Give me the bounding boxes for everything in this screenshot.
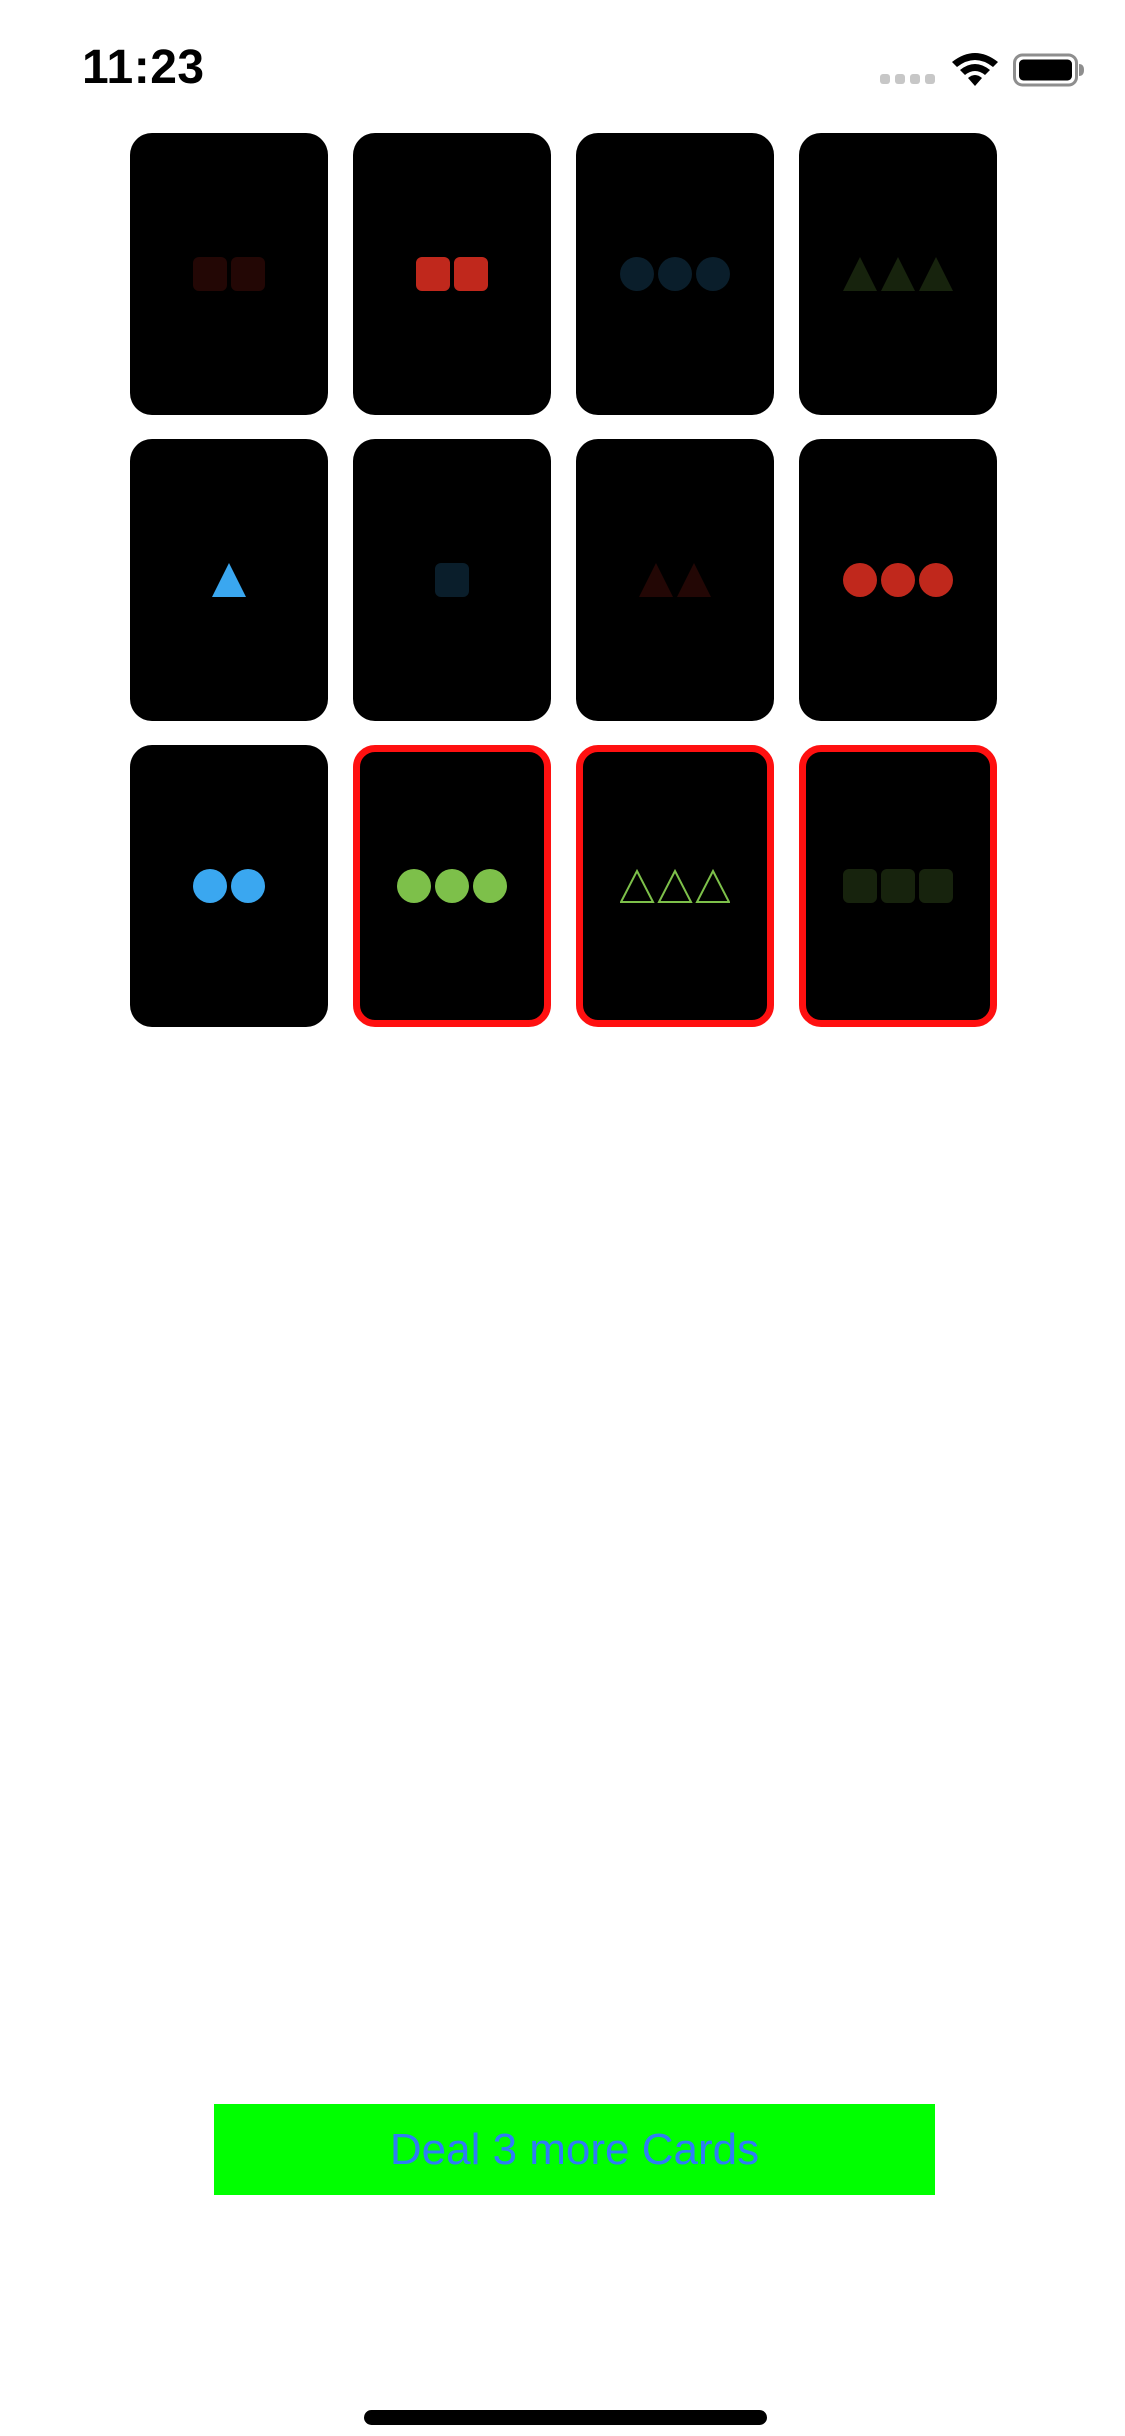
circle-symbol (473, 869, 507, 903)
circle-symbol (696, 257, 730, 291)
circle-symbols (397, 869, 507, 903)
circle-symbols (620, 257, 730, 291)
triangle-symbol (919, 257, 953, 291)
wifi-icon (952, 53, 998, 86)
card-grid (130, 133, 998, 1028)
circle-symbol (620, 257, 654, 291)
triangle-symbol (620, 869, 655, 903)
set-card[interactable] (353, 745, 551, 1027)
set-card[interactable] (353, 133, 551, 415)
set-card[interactable] (799, 745, 997, 1027)
triangle-symbol (881, 257, 915, 291)
circle-symbol (397, 869, 431, 903)
status-time: 11:23 (82, 41, 205, 94)
square-symbol (435, 563, 469, 597)
status-bar: 11:23 (0, 0, 1125, 135)
triangle-symbols (843, 257, 953, 291)
circle-symbols (193, 869, 265, 903)
set-card[interactable] (799, 133, 997, 415)
square-symbol (416, 257, 450, 291)
triangle-symbol (657, 869, 693, 903)
home-indicator[interactable] (364, 2410, 767, 2425)
triangle-symbol (843, 257, 877, 291)
square-symbols (843, 869, 953, 903)
triangle-symbol (677, 563, 711, 597)
set-card[interactable] (799, 439, 997, 721)
circle-symbol (435, 869, 469, 903)
square-symbol (881, 869, 915, 903)
square-symbols (416, 257, 488, 291)
battery-icon (1013, 53, 1084, 87)
circle-symbol (881, 563, 915, 597)
triangle-symbol (212, 563, 246, 597)
set-card[interactable] (353, 439, 551, 721)
set-card[interactable] (576, 745, 774, 1027)
triangle-symbols (212, 563, 246, 597)
square-symbol (843, 869, 877, 903)
cellular-signal-icon (880, 74, 935, 84)
triangle-symbol (639, 563, 673, 597)
square-symbol (919, 869, 953, 903)
set-card[interactable] (130, 439, 328, 721)
deal-button-label: Deal 3 more Cards (389, 2124, 760, 2174)
circle-symbol (919, 563, 953, 597)
set-card[interactable] (130, 133, 328, 415)
square-symbol (454, 257, 488, 291)
circle-symbol (843, 563, 877, 597)
deal-more-cards-button[interactable]: Deal 3 more Cards (214, 2104, 935, 2195)
triangle-symbols (639, 563, 711, 597)
triangle-symbols (620, 869, 730, 903)
square-symbol (231, 257, 265, 291)
circle-symbol (658, 257, 692, 291)
set-card[interactable] (576, 439, 774, 721)
circle-symbols (843, 563, 953, 597)
square-symbols (193, 257, 265, 291)
circle-symbol (193, 869, 227, 903)
set-card[interactable] (576, 133, 774, 415)
triangle-symbol (695, 869, 730, 903)
square-symbol (193, 257, 227, 291)
square-symbols (435, 563, 469, 597)
set-card[interactable] (130, 745, 328, 1027)
circle-symbol (231, 869, 265, 903)
